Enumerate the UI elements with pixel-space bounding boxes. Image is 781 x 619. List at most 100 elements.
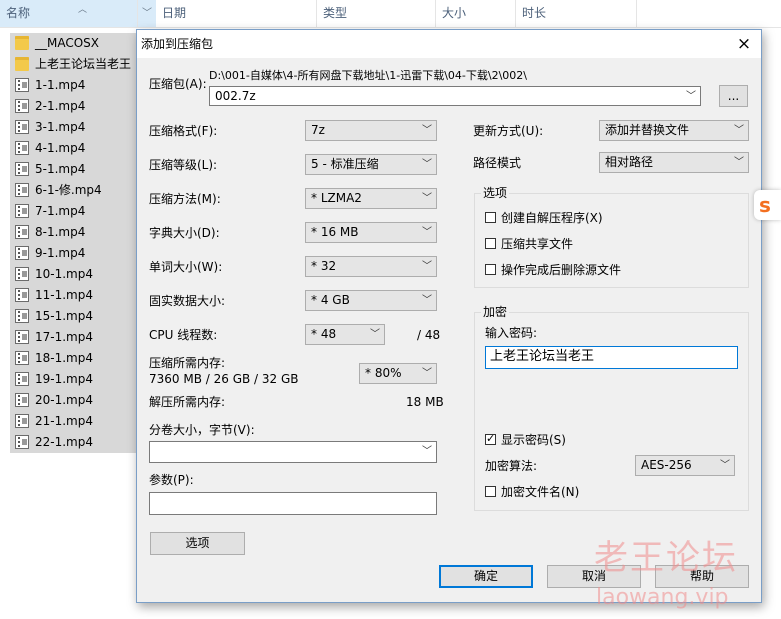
file-row[interactable]: __MACOSX [10, 33, 138, 54]
method-label: 压缩方法(M): [149, 192, 221, 206]
chevron-down-icon: ﹀ [734, 157, 744, 168]
folder-icon [15, 57, 29, 71]
cpu-select[interactable]: * 48 ﹀ [305, 324, 385, 345]
column-duration[interactable]: 时长 [516, 0, 637, 27]
level-select[interactable]: 5 - 标准压缩 ﹀ [305, 154, 437, 175]
sogou-ime-icon[interactable]: s [754, 190, 781, 220]
file-row[interactable]: 20-1.mp4 [10, 390, 138, 411]
file-name: 18-1.mp4 [35, 351, 93, 365]
video-file-icon [15, 309, 29, 323]
algorithm-select[interactable]: AES-256 ﹀ [635, 455, 735, 476]
video-file-icon [15, 99, 29, 113]
dialog-titlebar: 添加到压缩包 × [137, 30, 761, 58]
chevron-down-icon: ﹀ [720, 460, 730, 471]
encrypt-names-label: 加密文件名(N) [501, 485, 580, 499]
algorithm-label: 加密算法: [485, 459, 538, 473]
file-row[interactable]: 5-1.mp4 [10, 159, 138, 180]
file-row[interactable]: 15-1.mp4 [10, 306, 138, 327]
password-input[interactable]: 上老王论坛当老王 [485, 346, 738, 369]
file-row[interactable]: 7-1.mp4 [10, 201, 138, 222]
solid-select[interactable]: * 4 GB ﹀ [305, 290, 437, 311]
chevron-down-icon: ﹀ [422, 159, 432, 170]
file-list: __MACOSX 上老王论坛当老王 1-1.mp4 2-1.mp4 3-1.mp4 4-1… [10, 33, 138, 453]
level-value: 5 - 标准压缩 [311, 157, 379, 171]
file-name: 2-1.mp4 [35, 99, 86, 113]
params-input[interactable] [149, 492, 437, 515]
column-size-label: 大小 [442, 6, 467, 20]
file-row[interactable]: 11-1.mp4 [10, 285, 138, 306]
chevron-down-icon: ﹀ [422, 368, 432, 379]
shared-checkbox[interactable]: 压缩共享文件 [485, 236, 573, 252]
video-file-icon [15, 225, 29, 239]
split-combo[interactable]: ﹀ [149, 441, 437, 463]
update-value: 添加并替换文件 [605, 123, 690, 137]
file-name: 19-1.mp4 [35, 372, 93, 386]
file-name: 11-1.mp4 [35, 288, 93, 302]
ok-button[interactable]: 确定 [439, 565, 533, 588]
file-name: 1-1.mp4 [35, 78, 86, 92]
word-select[interactable]: * 32 ﹀ [305, 256, 437, 277]
column-type[interactable]: 类型 [317, 0, 436, 27]
file-row[interactable]: 6-1-修.mp4 [10, 180, 138, 201]
solid-label: 固实数据大小: [149, 294, 226, 308]
video-file-icon [15, 267, 29, 281]
cpu-value: * 48 [311, 327, 337, 341]
sfx-checkbox[interactable]: 创建自解压程序(X) [485, 210, 603, 226]
mem-percent-select[interactable]: * 80% ﹀ [359, 363, 437, 384]
video-file-icon [15, 288, 29, 302]
chevron-down-icon: ﹀ [734, 125, 744, 136]
file-row[interactable]: 18-1.mp4 [10, 348, 138, 369]
column-date[interactable]: 日期 [156, 0, 317, 27]
format-select[interactable]: 7z ﹀ [305, 120, 437, 141]
archive-filename-value: 002.7z [215, 89, 256, 103]
video-file-icon [15, 246, 29, 260]
options-button[interactable]: 选项 [150, 532, 245, 555]
file-row[interactable]: 上老王论坛当老王 [10, 54, 138, 75]
encryption-group: 加密 输入密码: 上老王论坛当老王 显示密码(S) 加密算法: AES-256 ﹀… [474, 304, 749, 511]
method-value: * LZMA2 [311, 191, 362, 205]
file-row[interactable]: 22-1.mp4 [10, 432, 138, 453]
archive-filename-combo[interactable]: 002.7z ﹀ [209, 86, 701, 106]
dict-label: 字典大小(D): [149, 226, 220, 240]
file-row[interactable]: 21-1.mp4 [10, 411, 138, 432]
file-row[interactable]: 8-1.mp4 [10, 222, 138, 243]
file-row[interactable]: 4-1.mp4 [10, 138, 138, 159]
delete-source-checkbox[interactable]: 操作完成后删除源文件 [485, 262, 621, 278]
chevron-down-icon: ﹀ [686, 91, 696, 102]
video-file-icon [15, 162, 29, 176]
file-row[interactable]: 17-1.mp4 [10, 327, 138, 348]
pathmode-select[interactable]: 相对路径 ﹀ [599, 152, 749, 173]
file-row[interactable]: 3-1.mp4 [10, 117, 138, 138]
solid-value: * 4 GB [311, 293, 350, 307]
cpu-label: CPU 线程数: [149, 328, 218, 342]
file-name: 20-1.mp4 [35, 393, 93, 407]
folder-icon [15, 36, 29, 50]
show-password-checkbox[interactable]: 显示密码(S) [485, 432, 566, 448]
close-icon[interactable]: × [733, 33, 755, 55]
format-value: 7z [311, 123, 325, 137]
browse-button[interactable]: ... [719, 85, 748, 107]
file-row[interactable]: 10-1.mp4 [10, 264, 138, 285]
password-label: 输入密码: [485, 326, 538, 340]
method-select[interactable]: * LZMA2 ﹀ [305, 188, 437, 209]
encrypt-names-checkbox[interactable]: 加密文件名(N) [485, 484, 579, 500]
update-select[interactable]: 添加并替换文件 ﹀ [599, 120, 749, 141]
file-row[interactable]: 2-1.mp4 [10, 96, 138, 117]
file-name: 9-1.mp4 [35, 246, 86, 260]
column-date-label: 日期 [162, 6, 187, 20]
column-size[interactable]: 大小 [436, 0, 516, 27]
file-row[interactable]: 19-1.mp4 [10, 369, 138, 390]
options-legend: 选项 [481, 185, 510, 201]
file-row[interactable]: 9-1.mp4 [10, 243, 138, 264]
column-type-label: 类型 [323, 6, 348, 20]
sfx-label: 创建自解压程序(X) [501, 211, 603, 225]
show-password-label: 显示密码(S) [501, 433, 566, 447]
params-label: 参数(P): [149, 473, 194, 487]
dict-select[interactable]: * 16 MB ﹀ [305, 222, 437, 243]
file-name: 7-1.mp4 [35, 204, 86, 218]
column-name-dropdown[interactable]: ﹀ [138, 0, 156, 27]
file-row[interactable]: 1-1.mp4 [10, 75, 138, 96]
dict-value: * 16 MB [311, 225, 359, 239]
column-name[interactable]: 名称 ︿ [0, 0, 138, 27]
file-name: 15-1.mp4 [35, 309, 93, 323]
